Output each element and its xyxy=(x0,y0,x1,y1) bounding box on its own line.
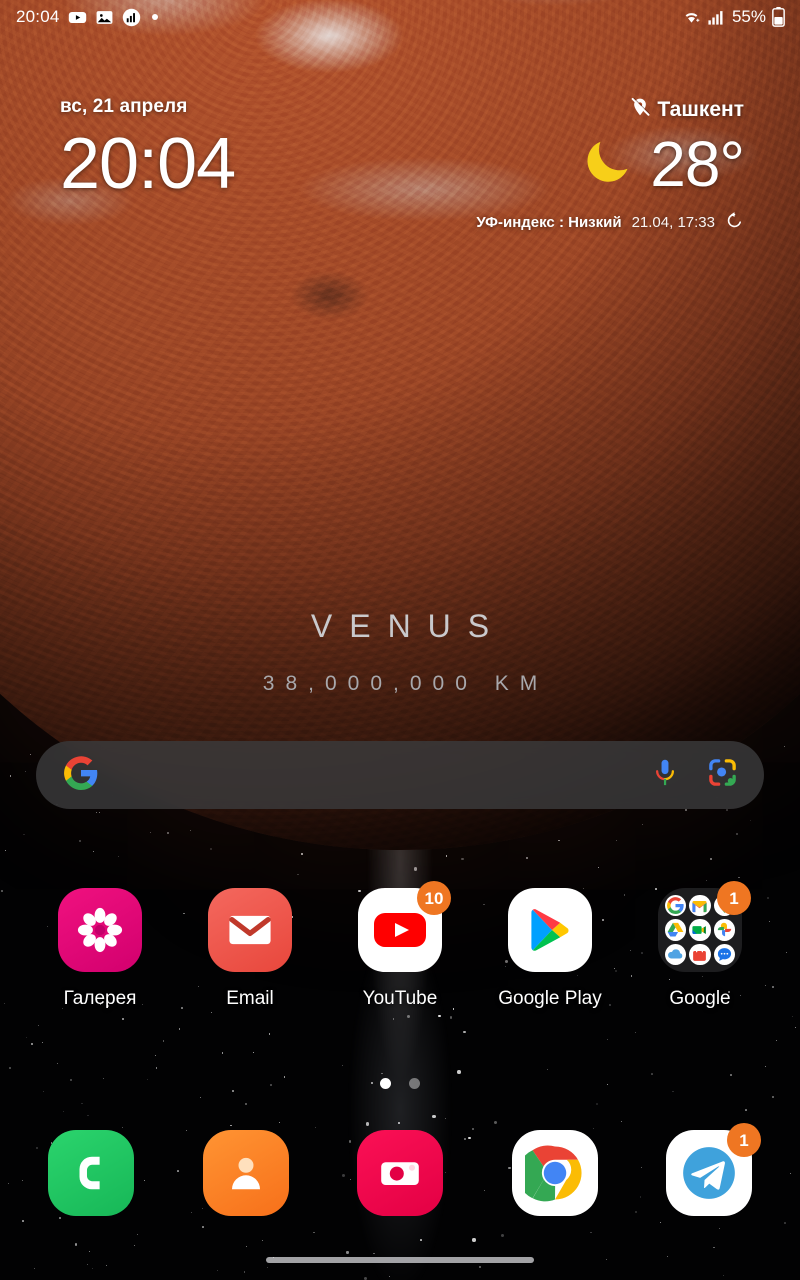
google-search-bar[interactable] xyxy=(36,741,764,809)
app-label: YouTube xyxy=(362,988,438,1009)
app-label: Google Play xyxy=(498,988,602,1009)
dock-app-chrome[interactable] xyxy=(511,1130,598,1216)
contacts-icon[interactable] xyxy=(202,1130,289,1216)
status-bar[interactable]: 20:04 55% xyxy=(0,0,800,34)
app-folder-google[interactable]: 1 Google xyxy=(640,881,760,1010)
uv-index-label: УФ-индекс : Низкий xyxy=(476,214,622,232)
notification-badge: 1 xyxy=(727,1123,761,1157)
gmail-icon[interactable] xyxy=(689,895,711,917)
app-label: Email xyxy=(226,988,274,1009)
google-drive-icon[interactable] xyxy=(665,919,687,941)
status-bar-right: 55% xyxy=(681,7,786,27)
weather-city-row: Ташкент xyxy=(578,96,744,124)
youtube-icon xyxy=(68,8,87,27)
google-lens-icon[interactable] xyxy=(707,757,738,793)
wifi-icon xyxy=(681,8,702,27)
app-google-play[interactable]: Google Play xyxy=(490,888,610,1010)
google-messages-icon[interactable] xyxy=(713,943,735,965)
google-search-icon[interactable] xyxy=(665,895,687,917)
weather-updated-time: 21.04, 17:33 xyxy=(631,214,715,232)
chrome-icon[interactable] xyxy=(511,1130,598,1216)
email-icon[interactable] xyxy=(208,888,292,972)
battery-percent-label: 55% xyxy=(731,7,766,26)
app-label: Google xyxy=(669,988,731,1009)
dock-app-camera[interactable] xyxy=(357,1130,443,1216)
uv-index-row: УФ-индекс : Низкий 21.04, 17:33 xyxy=(0,211,800,234)
battery-icon xyxy=(771,7,786,27)
image-icon xyxy=(95,8,114,27)
google-shopping-icon[interactable] xyxy=(689,943,711,965)
dot-indicator xyxy=(151,14,158,20)
google-g-icon xyxy=(64,755,98,795)
home-gesture-pill[interactable] xyxy=(266,1257,534,1263)
clock-weather-widget[interactable]: вс, 21 апреля 20:04 Ташкент 28° УФ-индек… xyxy=(0,96,800,234)
page-dot-2[interactable] xyxy=(409,1078,420,1089)
wallpaper-subtitle: 38,000,000 KM xyxy=(262,672,549,695)
signal-bars-icon xyxy=(122,8,141,27)
status-bar-clock: 20:04 xyxy=(16,7,60,26)
wallpaper-title: VENUS xyxy=(310,608,507,644)
notification-badge: 10 xyxy=(417,881,451,915)
dock-app-phone[interactable] xyxy=(48,1130,134,1216)
status-bar-left: 20:04 xyxy=(16,7,158,27)
search-input[interactable] xyxy=(112,764,637,786)
google-play-icon[interactable] xyxy=(508,888,592,972)
google-meet-icon[interactable] xyxy=(689,919,711,941)
app-grid: Галерея Email 10 YouTube Google Play 1 G… xyxy=(0,881,800,1010)
page-dot-1[interactable] xyxy=(380,1078,391,1089)
app-youtube[interactable]: 10 YouTube xyxy=(340,881,460,1010)
page-indicator[interactable] xyxy=(0,1078,800,1089)
weather-city-label: Ташкент xyxy=(657,98,744,121)
refresh-icon[interactable] xyxy=(725,211,744,234)
widget-time: 20:04 xyxy=(60,124,236,204)
google-photos-icon[interactable] xyxy=(713,919,735,941)
app-gallery[interactable]: Галерея xyxy=(40,888,160,1010)
location-off-icon xyxy=(630,96,651,124)
cellular-signal-icon xyxy=(707,9,724,26)
camera-icon[interactable] xyxy=(357,1130,443,1216)
gallery-icon[interactable] xyxy=(58,888,142,972)
weather-block[interactable]: Ташкент 28° xyxy=(578,96,745,200)
crescent-moon-icon xyxy=(578,133,636,196)
widget-date: вс, 21 апреля xyxy=(60,96,188,117)
microphone-icon[interactable] xyxy=(651,758,679,793)
notification-badge: 1 xyxy=(717,881,751,915)
dock-app-contacts[interactable] xyxy=(202,1130,289,1216)
navigation-bar[interactable] xyxy=(0,1240,800,1280)
clock-block[interactable]: вс, 21 апреля 20:04 xyxy=(60,96,236,204)
dock: 1 xyxy=(0,1123,800,1216)
dock-app-telegram[interactable]: 1 xyxy=(666,1123,761,1216)
phone-icon[interactable] xyxy=(48,1130,134,1216)
weather-temperature: 28° xyxy=(650,128,745,200)
app-email[interactable]: Email xyxy=(190,888,310,1010)
google-one-icon[interactable] xyxy=(665,943,687,965)
app-label: Галерея xyxy=(63,988,137,1009)
